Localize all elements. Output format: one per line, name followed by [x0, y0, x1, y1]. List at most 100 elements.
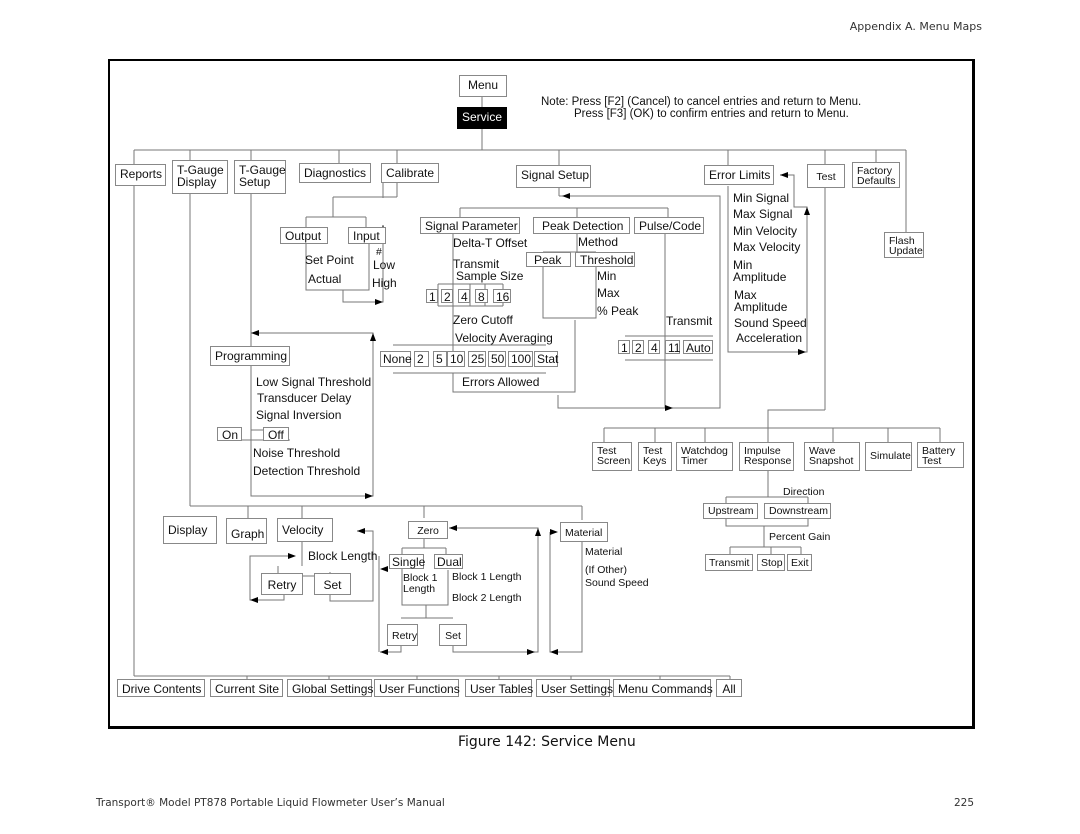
report-drive-contents[interactable]: Drive Contents [117, 679, 205, 697]
sample-size-option[interactable]: 4 [458, 289, 470, 303]
averaging-option[interactable]: None [380, 351, 412, 367]
arrow-icon [550, 529, 558, 535]
error-limits-node[interactable]: Error Limits [704, 165, 774, 185]
threshold-min-label: Min [597, 269, 617, 283]
upstream-option[interactable]: Upstream [703, 503, 758, 519]
peak-detection-node[interactable]: Peak Detection [533, 217, 630, 234]
watchdog-timer-node[interactable]: Watchdog Timer [676, 442, 733, 471]
sample-size-option[interactable]: 16 [493, 289, 511, 303]
sample-size-option[interactable]: 1 [426, 289, 438, 303]
method-label: Method [578, 235, 619, 249]
sample-size-option[interactable]: 8 [475, 289, 488, 303]
signal-parameter-node[interactable]: Signal Parameter [420, 217, 520, 234]
sample-size-option[interactable]: 2 [441, 289, 453, 303]
dual-option[interactable]: Dual [434, 554, 463, 569]
transmit-option[interactable]: 2 [632, 340, 644, 354]
figure-caption: Figure 142: Service Menu [458, 734, 636, 750]
low-label: Low [373, 258, 396, 272]
transmit-button[interactable]: Transmit [705, 554, 753, 571]
report-user-tables[interactable]: User Tables [465, 679, 533, 697]
on-option[interactable]: On [217, 427, 242, 441]
transmit-sample-size-label: Transmit Sample Size [453, 257, 524, 283]
off-option[interactable]: Off [263, 427, 289, 441]
report-user-settings[interactable]: User Settings [536, 679, 613, 697]
errors-allowed-label: Errors Allowed [462, 375, 540, 389]
impulse-response-node[interactable]: Impulse Response [739, 442, 794, 471]
delta-t-offset-label: Delta-T Offset [453, 236, 528, 250]
velocity-set-button[interactable]: Set [314, 573, 351, 595]
factory-defaults-node[interactable]: Factory Defaults [852, 162, 900, 188]
averaging-option[interactable]: Stat [534, 351, 558, 367]
material-item: Material [585, 546, 623, 558]
arrow-icon [527, 649, 535, 655]
diagnostics-node[interactable]: Diagnostics [299, 163, 371, 183]
material-node[interactable]: Material [560, 522, 608, 542]
display-node[interactable]: Display [163, 516, 217, 544]
transmit-option[interactable]: 1 [618, 340, 630, 354]
averaging-option[interactable]: 25 [468, 351, 486, 367]
calibrate-node[interactable]: Calibrate [381, 163, 439, 183]
averaging-option[interactable]: 10 [447, 351, 465, 367]
threshold-node[interactable]: Threshold [575, 252, 635, 267]
report-all[interactable]: All [716, 679, 742, 697]
velocity-retry-button[interactable]: Retry [261, 573, 303, 595]
report-menu-commands[interactable]: Menu Commands [613, 679, 713, 697]
footer-title: Transport® Model PT878 Portable Liquid F… [96, 797, 445, 809]
averaging-option[interactable]: 5 [433, 351, 447, 367]
tgauge-setup-node[interactable]: T-Gauge Setup [234, 160, 286, 194]
threshold-peak-label: % Peak [597, 304, 639, 318]
averaging-option[interactable]: 2 [414, 351, 429, 367]
transducer-delay-label: Transducer Delay [257, 391, 352, 405]
report-user-functions[interactable]: User Functions [374, 679, 460, 697]
report-global-settings[interactable]: Global Settings [287, 679, 373, 697]
zero-retry-button[interactable]: Retry [387, 624, 418, 646]
simulate-node[interactable]: Simulate [865, 442, 912, 471]
arrow-icon [250, 597, 258, 603]
percent-gain-label: Percent Gain [769, 531, 831, 543]
transmit-option[interactable]: 4 [648, 340, 660, 354]
pulse-code-node[interactable]: Pulse/Code [634, 217, 704, 234]
arrow-icon [798, 349, 806, 355]
menu-node[interactable]: Menu [459, 75, 507, 97]
programming-node[interactable]: Programming [210, 346, 290, 366]
detection-threshold-label: Detection Threshold [253, 464, 361, 478]
page-number: 225 [954, 797, 975, 809]
input-node[interactable]: Input [348, 227, 386, 244]
graph-node[interactable]: Graph [226, 518, 267, 544]
single-option[interactable]: Single [389, 554, 425, 569]
arrow-icon [375, 299, 383, 305]
arrow-icon [780, 172, 788, 178]
output-node[interactable]: Output [280, 227, 328, 244]
velocity-node[interactable]: Velocity [277, 518, 333, 542]
zero-cutoff-label: Zero Cutoff [453, 313, 513, 327]
error-limit-item: Min Velocity [733, 224, 798, 238]
error-limit-item: Max Signal [733, 207, 793, 221]
reports-node[interactable]: Reports [115, 164, 166, 186]
stop-button[interactable]: Stop [757, 554, 785, 571]
arrow-icon [380, 649, 388, 655]
transmit-option[interactable]: Auto [683, 340, 713, 354]
downstream-option[interactable]: Downstream [764, 503, 831, 519]
zero-node[interactable]: Zero [408, 521, 448, 539]
threshold-max-label: Max [597, 286, 620, 300]
exit-button[interactable]: Exit [787, 554, 812, 571]
set-point-label: Set Point [305, 253, 354, 267]
battery-test-node[interactable]: Battery Test [917, 442, 964, 468]
report-current-site[interactable]: Current Site [210, 679, 283, 697]
test-keys-node[interactable]: Test Keys [638, 442, 672, 471]
signal-setup-node[interactable]: Signal Setup [516, 165, 591, 188]
material-item: (If Other) [585, 564, 628, 576]
arrow-icon [380, 566, 388, 572]
test-screen-node[interactable]: Test Screen [592, 442, 632, 471]
zero-set-button[interactable]: Set [439, 624, 467, 646]
tgauge-display-node[interactable]: T-Gauge Display [172, 160, 228, 194]
flash-update-node[interactable]: Flash Update [884, 232, 924, 258]
transmit-option[interactable]: 11 [665, 340, 680, 354]
test-node[interactable]: Test [807, 164, 845, 188]
service-node[interactable]: Service [457, 107, 507, 129]
wave-snapshot-node[interactable]: Wave Snapshot [804, 442, 860, 471]
peak-node[interactable]: Peak [526, 252, 571, 267]
averaging-option[interactable]: 50 [488, 351, 506, 367]
error-limit-item: Min Amplitude [733, 258, 787, 284]
averaging-option[interactable]: 100 [508, 351, 533, 367]
